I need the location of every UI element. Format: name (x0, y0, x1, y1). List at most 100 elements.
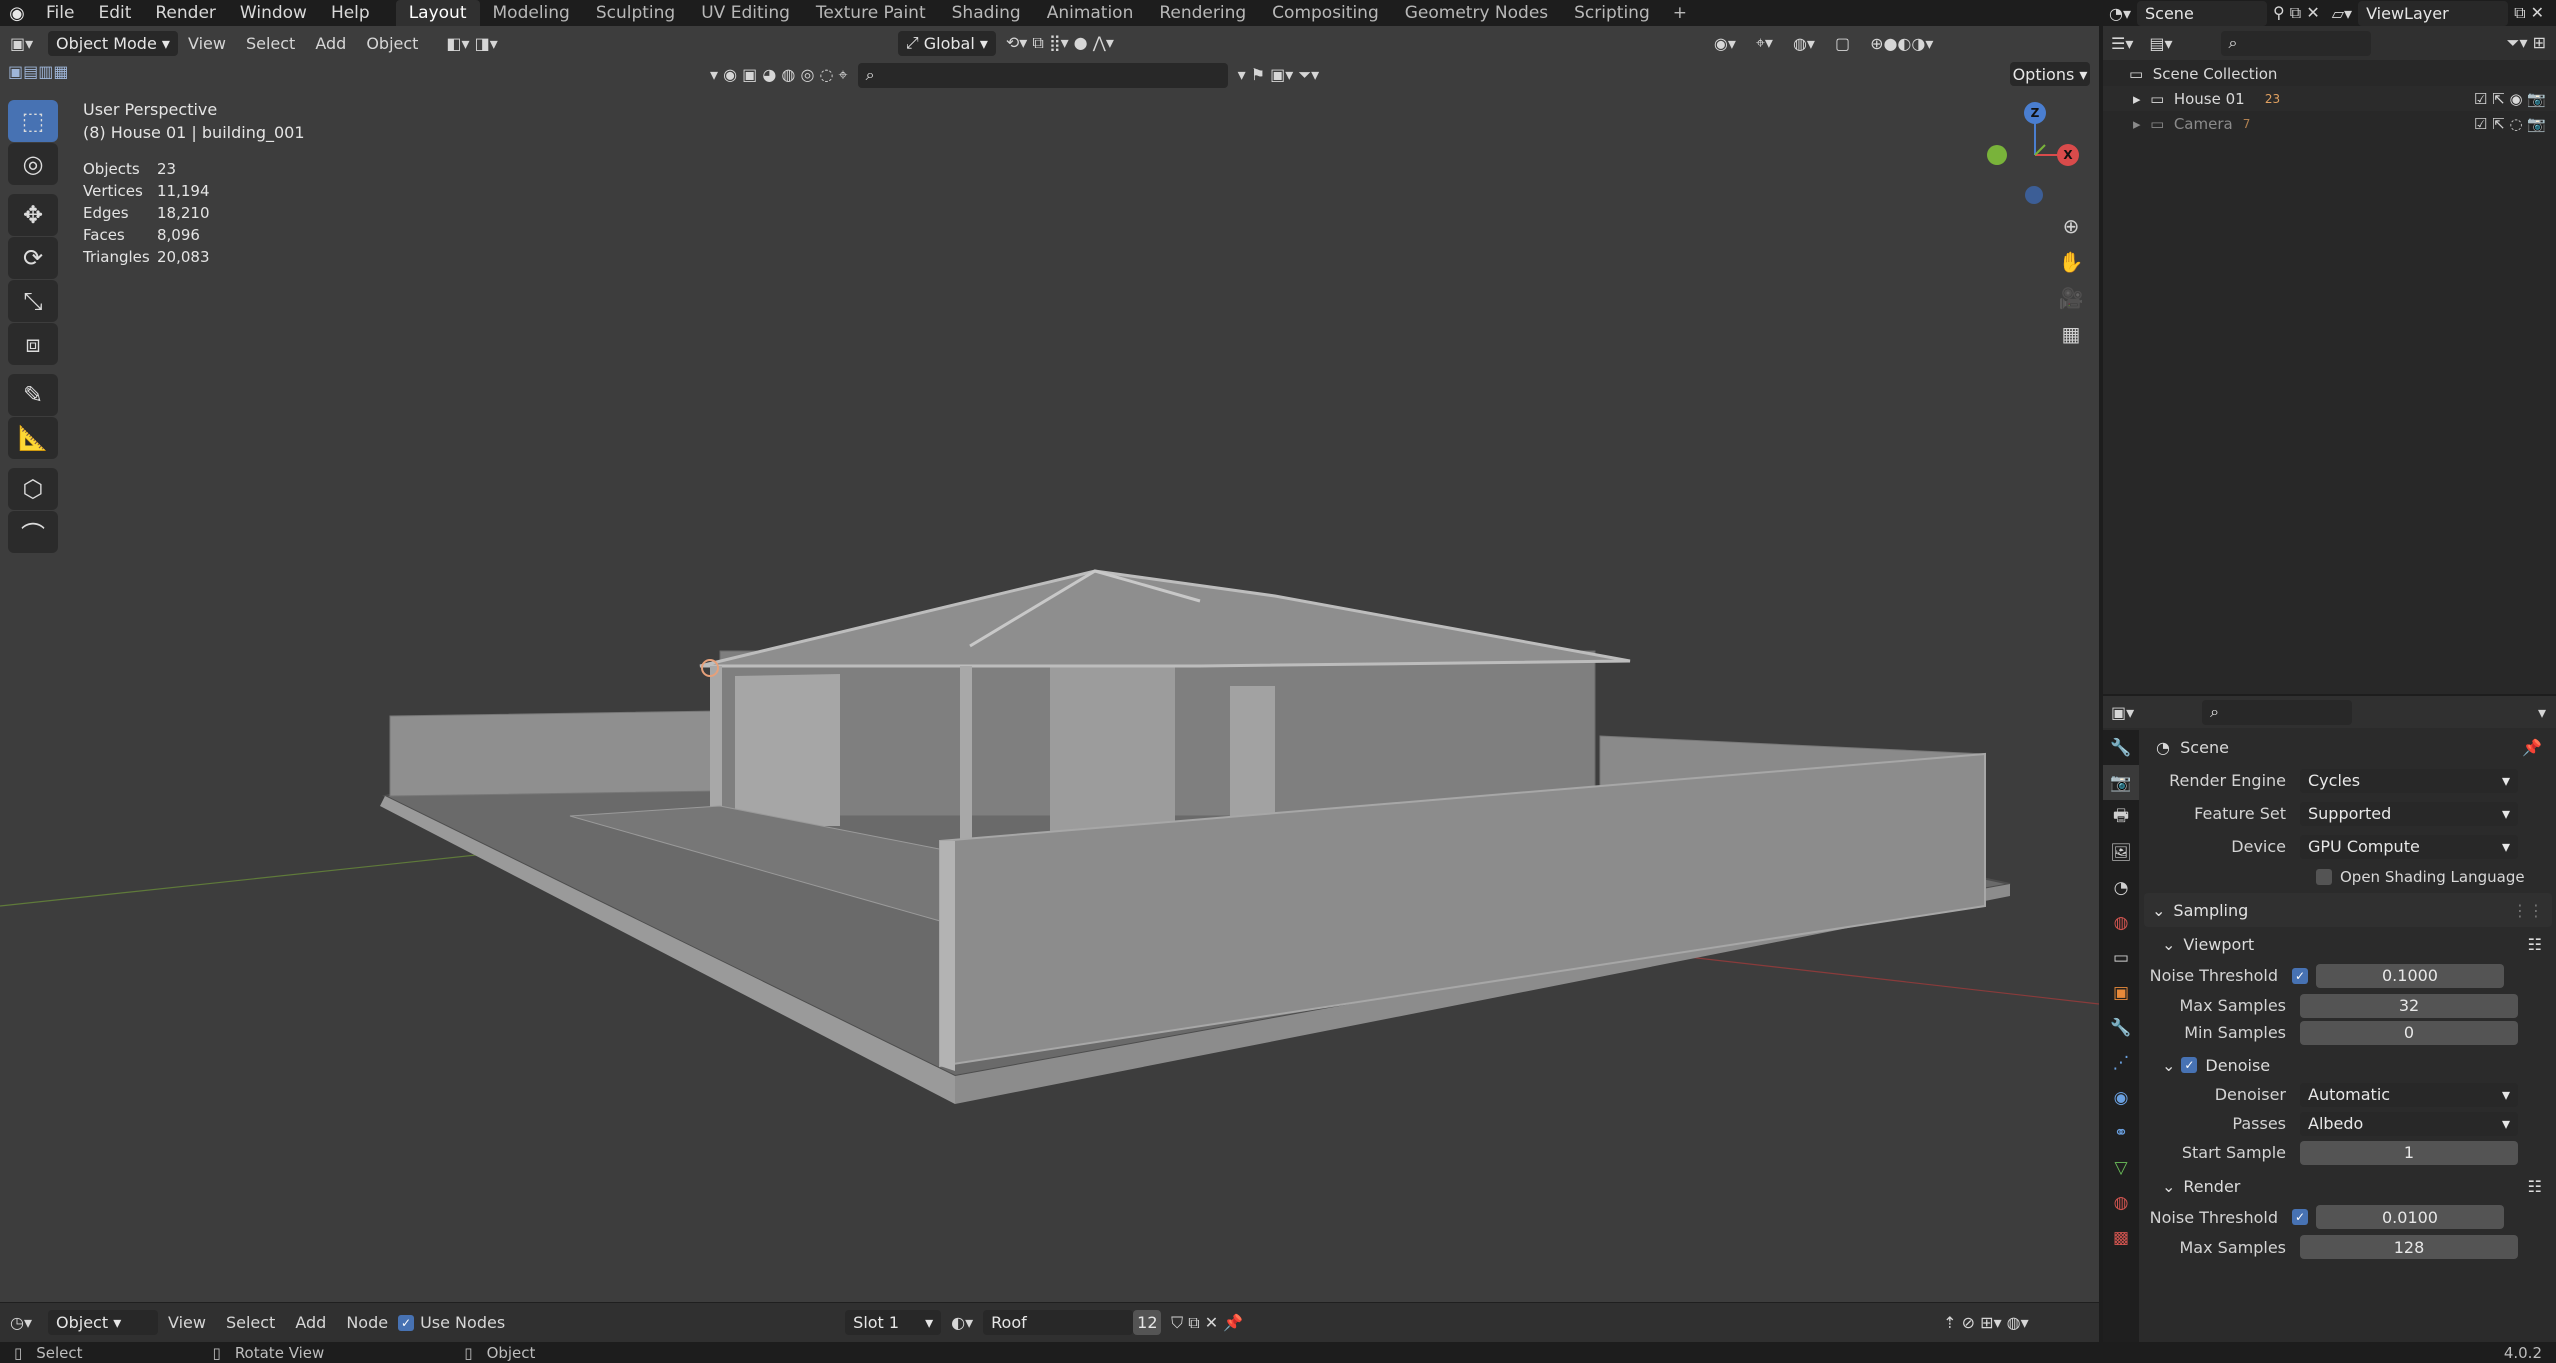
osl-checkbox[interactable] (2316, 869, 2332, 885)
device-dropdown[interactable]: GPU Compute ▾ (2300, 834, 2518, 859)
menu-file[interactable]: File (34, 0, 86, 26)
expand-arrow-icon[interactable]: ▸ (2133, 90, 2141, 108)
gizmo-toggle-icon[interactable]: ⌖▾ (1746, 33, 1783, 53)
curve-tool-icon[interactable]: ⌒ (8, 511, 58, 553)
snap-icons[interactable]: ◧▾ ◨▾ (436, 34, 507, 53)
neg-z-axis-icon[interactable] (2025, 186, 2043, 204)
collection-tab-icon[interactable]: ▭ (2103, 940, 2139, 975)
pivot-icon[interactable]: ⟲▾ ⧉ ⣿▾ ● ⋀▾ (996, 33, 1124, 53)
select-mode-icons[interactable]: ▣▤▥▦ (8, 62, 68, 81)
cursor-tool-icon[interactable]: ◎ (8, 143, 58, 185)
options-button[interactable]: Options ▾ (2010, 62, 2090, 86)
row-visibility-icons[interactable]: ☑ ⇱ ◉ 📷 (2474, 90, 2556, 108)
particles-tab-icon[interactable]: ⋰ (2103, 1045, 2139, 1080)
denoise-checkbox[interactable]: ✓ (2181, 1057, 2198, 1073)
transform-tool-icon[interactable]: ⧈ (8, 323, 58, 365)
viewport-subpanel-header[interactable]: ⌄ Viewport ☷ (2140, 929, 2556, 959)
expand-arrow-icon[interactable]: ▸ (2133, 115, 2141, 133)
tab-layout[interactable]: Layout (395, 0, 480, 26)
menu-window[interactable]: Window (228, 0, 319, 26)
annotate-tool-icon[interactable]: ✎ (8, 374, 58, 416)
x-axis-icon[interactable]: X (2057, 144, 2079, 166)
blender-logo-icon[interactable]: ◉ (0, 0, 34, 26)
scene-name-field[interactable]: Scene (2137, 0, 2267, 26)
start-sample-field[interactable]: 1 (2300, 1140, 2518, 1165)
vp-menu-add[interactable]: Add (305, 34, 356, 53)
passes-dropdown[interactable]: Albedo ▾ (2300, 1111, 2518, 1136)
vp-min-field[interactable]: 0 (2300, 1020, 2518, 1045)
menu-help[interactable]: Help (319, 0, 382, 26)
move-tool-icon[interactable]: ✥ (8, 194, 58, 236)
node-editor-type-icon[interactable]: ◷▾ (0, 1313, 48, 1332)
data-tab-icon[interactable]: ▽ (2103, 1150, 2139, 1185)
pin-icon[interactable]: 📌 (2522, 738, 2556, 757)
viewport-filter-icons[interactable]: ▾ ⚑ ▣▾ ⏷▾ (1228, 65, 1330, 85)
properties-search-input[interactable]: ⌕ (2202, 699, 2353, 725)
overlay-toggle-icon[interactable]: ◍▾ (1783, 34, 1825, 53)
xray-icon[interactable]: ▢ (1825, 34, 1860, 53)
tab-texture-paint[interactable]: Texture Paint (803, 0, 939, 26)
denoiser-dropdown[interactable]: Automatic ▾ (2300, 1082, 2518, 1107)
zoom-icon[interactable]: ⊕ (2052, 208, 2090, 244)
node-menu-add[interactable]: Add (285, 1313, 336, 1332)
menu-render[interactable]: Render (143, 0, 228, 26)
r-max-field[interactable]: 128 (2300, 1235, 2518, 1259)
constraints-tab-icon[interactable]: ⚭ (2103, 1115, 2139, 1150)
tab-rendering[interactable]: Rendering (1146, 0, 1259, 26)
feature-set-dropdown[interactable]: Supported ▾ (2300, 801, 2518, 826)
denoise-subpanel-header[interactable]: ⌄ ✓ Denoise (2140, 1050, 2556, 1080)
presets-list-icon[interactable]: ☷ (2528, 935, 2556, 954)
node-menu-view[interactable]: View (158, 1313, 216, 1332)
outliner-editor-icon[interactable]: ☰▾ (2103, 34, 2141, 53)
slot-dropdown[interactable]: Slot 1 ▾ (845, 1310, 942, 1335)
outliner-item-house[interactable]: ▸ ▭ House 01 23 ☑ ⇱ ◉ 📷 (2103, 86, 2556, 111)
view-layer-actions-icons[interactable]: ⧉ ✕ (2508, 3, 2550, 23)
material-name-field[interactable]: Roof (983, 1310, 1134, 1335)
tab-modeling[interactable]: Modeling (480, 0, 583, 26)
render-subpanel-header[interactable]: ⌄ Render ☷ (2140, 1171, 2556, 1201)
world-tab-icon[interactable]: ◍ (2103, 905, 2139, 940)
r-noise-checkbox[interactable]: ✓ (2292, 1209, 2308, 1225)
rotate-tool-icon[interactable]: ⟳ (8, 237, 58, 279)
scene-collection-row[interactable]: ▭ Scene Collection (2103, 61, 2556, 86)
use-nodes-checkbox[interactable]: ✓ (398, 1314, 415, 1331)
row-visibility-icons[interactable]: ☑ ⇱ ◌ 📷 (2474, 115, 2556, 133)
texture-tab-icon[interactable]: ▩ (2103, 1220, 2139, 1255)
viewport-search-input[interactable]: ⌕ (857, 62, 1228, 88)
z-axis-icon[interactable]: Z (2024, 102, 2046, 124)
output-tab-icon[interactable]: 🖶 (2103, 800, 2139, 835)
drag-handle-icon[interactable]: ⋮⋮ (2512, 901, 2552, 920)
view-layer-tab-icon[interactable]: 🖼 (2103, 835, 2139, 870)
orientation-dropdown[interactable]: ⤢ Global ▾ (897, 30, 996, 56)
render-engine-dropdown[interactable]: Cycles ▾ (2300, 768, 2518, 793)
vp-menu-object[interactable]: Object (356, 34, 428, 53)
view-layer-icon[interactable]: ▱▾ (2326, 4, 2358, 23)
mode-dropdown[interactable]: Object Mode ▾ (48, 30, 178, 56)
outliner-item-camera[interactable]: ▸ ▭ Camera 7 ☑ ⇱ ◌ 📷 (2103, 111, 2556, 136)
tab-shading[interactable]: Shading (939, 0, 1034, 26)
tab-sculpting[interactable]: Sculpting (583, 0, 688, 26)
view-layer-field[interactable]: ViewLayer (2358, 0, 2509, 26)
scene-icon[interactable]: ◔▾ (2103, 4, 2137, 23)
r-noise-field[interactable]: 0.0100 (2316, 1205, 2504, 1229)
camera-view-icon[interactable]: 🎥 (2052, 280, 2090, 316)
vp-max-field[interactable]: 32 (2300, 993, 2518, 1018)
measure-tool-icon[interactable]: 📐 (8, 417, 58, 459)
tab-animation[interactable]: Animation (1034, 0, 1147, 26)
neg-y-axis-icon[interactable] (1987, 145, 2007, 165)
scale-tool-icon[interactable]: ⤡ (8, 280, 58, 322)
visibility-icon[interactable]: ◉▾ (1704, 34, 1746, 53)
scene-tab-icon[interactable]: ◔ (2103, 870, 2139, 905)
add-workspace-icon[interactable]: + (1663, 0, 1697, 26)
menu-edit[interactable]: Edit (86, 0, 143, 26)
properties-options-icon[interactable]: ▾ (2528, 703, 2556, 722)
vp-menu-select[interactable]: Select (236, 34, 305, 53)
sampling-panel-header[interactable]: ⌄ Sampling ⋮⋮ (2144, 893, 2552, 927)
editor-type-icon[interactable]: ▣▾ (0, 34, 48, 53)
tab-geometry-nodes[interactable]: Geometry Nodes (1392, 0, 1561, 26)
select-box-tool-icon[interactable]: ⬚ (8, 100, 58, 142)
display-mode-icon[interactable]: ▤▾ (2141, 34, 2180, 53)
scene-actions-icons[interactable]: ⚲ ⧉ ✕ (2267, 3, 2326, 23)
presets-list-icon[interactable]: ☷ (2528, 1177, 2556, 1196)
tab-uv-editing[interactable]: UV Editing (688, 0, 803, 26)
